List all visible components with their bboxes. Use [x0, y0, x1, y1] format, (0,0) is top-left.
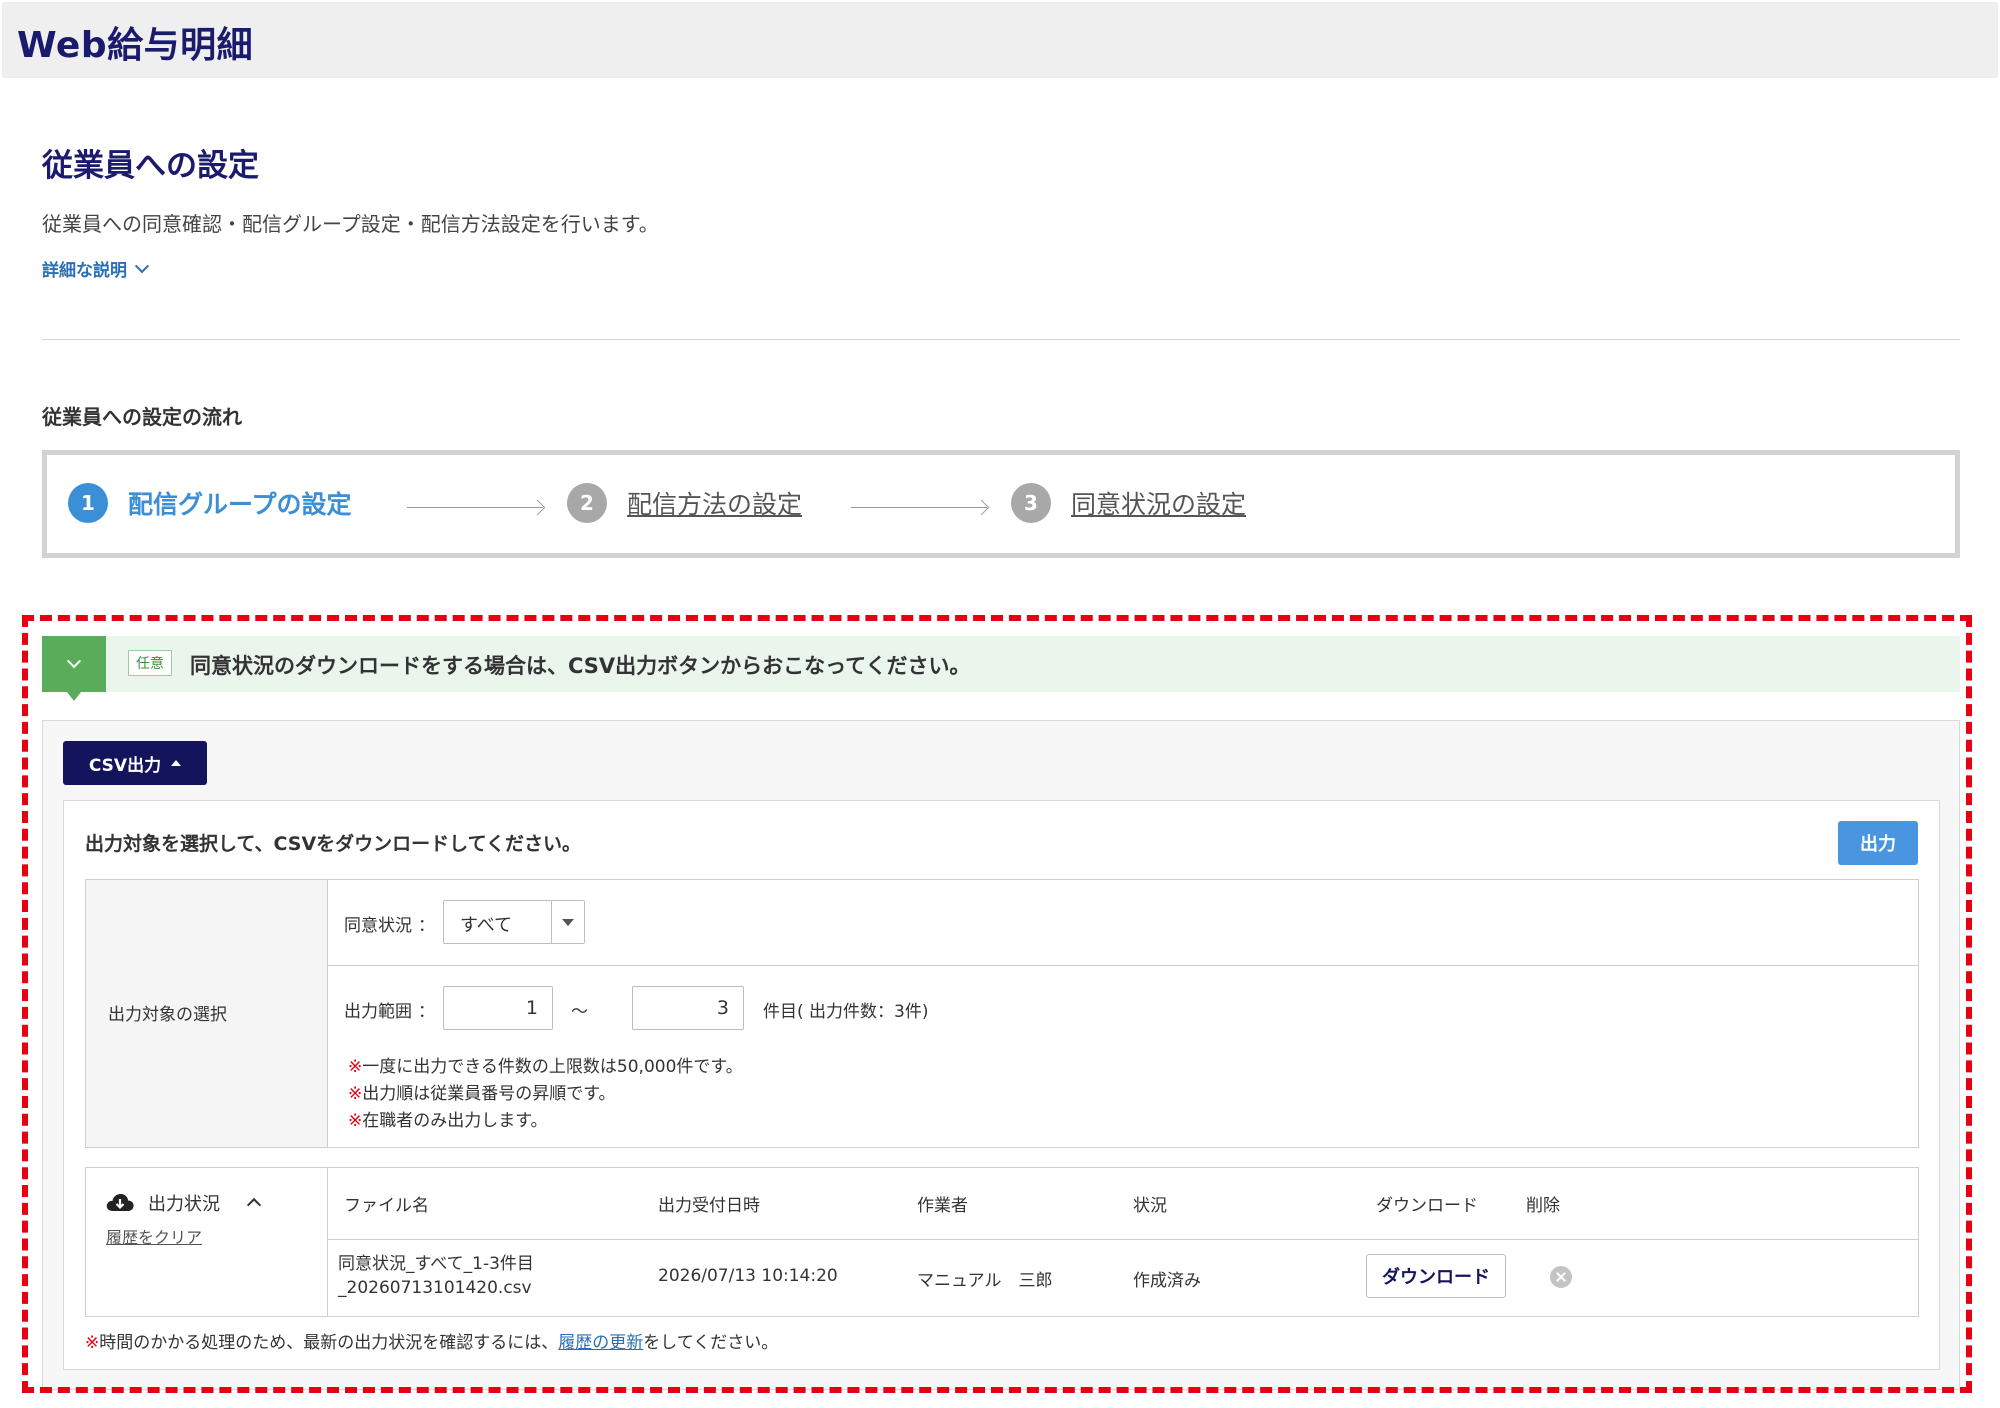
arrow-right-icon [851, 507, 987, 508]
flow-steps: 1 配信グループの設定 2 配信方法の設定 3 同意状況の設定 [42, 450, 1960, 558]
chevron-down-icon [134, 258, 150, 273]
step-number: 3 [1011, 483, 1051, 523]
detail-link[interactable]: 詳細な説明 [42, 256, 150, 281]
step-link[interactable]: 配信方法の設定 [627, 485, 802, 521]
arrow-right-icon [407, 507, 543, 508]
step-label: 配信グループの設定 [128, 490, 352, 519]
step-number: 1 [68, 483, 108, 523]
app-title: Web給与明細 [17, 25, 254, 66]
page-description: 従業員への同意確認・配信グループ設定・配信方法設定を行います。 [42, 212, 659, 236]
flow-title: 従業員への設定の流れ [42, 405, 242, 429]
flow-step-1: 1 配信グループの設定 [68, 483, 352, 523]
flow-step-3[interactable]: 3 同意状況の設定 [1011, 483, 1246, 523]
detail-link-label: 詳細な説明 [42, 261, 127, 281]
step-link[interactable]: 同意状況の設定 [1071, 485, 1246, 521]
highlight-frame [22, 615, 1972, 1393]
app-header: Web給与明細 [2, 2, 1998, 78]
flow-step-2[interactable]: 2 配信方法の設定 [567, 483, 802, 523]
step-number: 2 [567, 483, 607, 523]
divider [42, 339, 1960, 340]
page-title: 従業員への設定 [42, 148, 259, 184]
